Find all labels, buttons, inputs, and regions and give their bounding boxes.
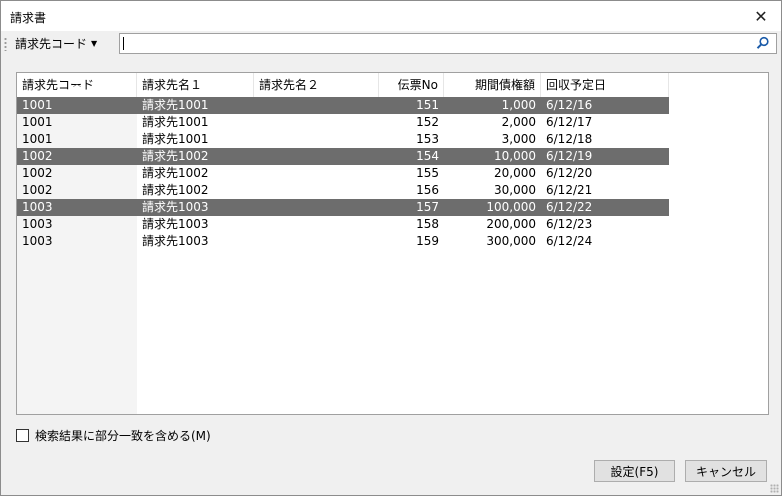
table-row[interactable]: 1003 請求先1003 157 100,000 6/12/22 (17, 199, 669, 216)
cell-name1: 請求先1003 (142, 217, 209, 231)
table-row[interactable]: 1002 請求先1002 156 30,000 6/12/21 (17, 182, 669, 199)
cell-due-date: 6/12/23 (546, 217, 593, 231)
cell-amount: 30,000 (494, 183, 536, 197)
cell-name1: 請求先1001 (142, 98, 209, 112)
cell-slip-no: 155 (416, 166, 439, 180)
cell-amount: 100,000 (486, 200, 536, 214)
cell-slip-no: 158 (416, 217, 439, 231)
cell-due-date: 6/12/24 (546, 234, 593, 248)
cell-slip-no: 156 (416, 183, 439, 197)
cell-name2 (254, 114, 379, 131)
table-row[interactable]: 1002 請求先1002 154 10,000 6/12/19 (17, 148, 669, 165)
cell-slip-no: 152 (416, 115, 439, 129)
code-dropdown-label: 請求先コード (15, 37, 88, 51)
cell-due-date: 6/12/17 (546, 115, 593, 129)
table-row[interactable]: 1003 請求先1003 159 300,000 6/12/24 (17, 233, 669, 250)
partial-match-label: 検索結果に部分一致を含める(M) (35, 428, 211, 443)
column-header-name2[interactable]: 請求先名２ (254, 73, 379, 97)
close-icon: ✕ (754, 6, 768, 26)
table-row[interactable]: 1001 請求先1001 152 2,000 6/12/17 (17, 114, 669, 131)
partial-match-checkbox[interactable] (16, 428, 29, 442)
cell-name2 (254, 148, 379, 165)
cell-code: 1003 (22, 200, 53, 214)
sort-ascending-icon: ︿ (73, 79, 81, 88)
cell-name2 (254, 199, 379, 216)
cell-slip-no: 154 (416, 149, 439, 163)
cell-amount: 10,000 (494, 149, 536, 163)
cell-amount: 2,000 (501, 115, 536, 129)
table-row[interactable]: 1003 請求先1003 158 200,000 6/12/23 (17, 216, 669, 233)
cell-amount: 200,000 (486, 217, 536, 231)
cell-code: 1001 (22, 132, 53, 146)
cell-amount: 3,000 (501, 132, 536, 146)
cell-name2 (254, 216, 379, 233)
window-title: 請求書 (10, 11, 47, 25)
results-grid[interactable]: ︿ 請求先コード 請求先名１ 請求先名２ 伝票No 期間債権額 回収予定日 10… (16, 72, 769, 415)
table-row[interactable]: 1001 請求先1001 153 3,000 6/12/18 (17, 131, 669, 148)
grid-header: ︿ 請求先コード 請求先名１ 請求先名２ 伝票No 期間債権額 回収予定日 (17, 73, 669, 97)
cell-slip-no: 153 (416, 132, 439, 146)
cell-code: 1003 (22, 217, 53, 231)
column-header-name1[interactable]: 請求先名１ (137, 73, 254, 97)
column-header-due-date[interactable]: 回収予定日 (541, 73, 669, 97)
chevron-down-icon: ▼ (91, 39, 98, 48)
cell-code: 1001 (22, 115, 53, 129)
ok-button[interactable]: 設定(F5) (594, 460, 675, 482)
title-bar: 請求書 ✕ (1, 1, 781, 31)
cell-name2 (254, 182, 379, 199)
cell-amount: 1,000 (501, 98, 536, 112)
cell-code: 1002 (22, 183, 53, 197)
cell-name1: 請求先1001 (142, 115, 209, 129)
search-icon[interactable] (756, 36, 770, 50)
cell-code: 1002 (22, 149, 53, 163)
cell-slip-no: 159 (416, 234, 439, 248)
search-input[interactable] (119, 33, 777, 54)
cell-due-date: 6/12/22 (546, 200, 593, 214)
cell-amount: 20,000 (494, 166, 536, 180)
cell-name1: 請求先1002 (142, 166, 209, 180)
cell-due-date: 6/12/16 (546, 98, 593, 112)
cell-code: 1001 (22, 98, 53, 112)
cell-due-date: 6/12/21 (546, 183, 593, 197)
cell-name2 (254, 165, 379, 182)
cell-name1: 請求先1001 (142, 132, 209, 146)
cell-due-date: 6/12/18 (546, 132, 593, 146)
toolbar-grip-icon[interactable] (4, 37, 7, 51)
cell-name2 (254, 131, 379, 148)
cell-name2 (254, 233, 379, 250)
table-row[interactable]: 1001 請求先1001 151 1,000 6/12/16 (17, 97, 669, 114)
dialog-window: 請求書 ✕ 請求先コード ▼ ︿ 請求先コード 請求先名１ 請求先名２ 伝票No… (0, 0, 782, 496)
cell-due-date: 6/12/19 (546, 149, 593, 163)
cell-code: 1002 (22, 166, 53, 180)
cell-name1: 請求先1003 (142, 234, 209, 248)
cancel-button[interactable]: キャンセル (685, 460, 767, 482)
column-header-code[interactable]: ︿ 請求先コード (17, 73, 137, 97)
cell-slip-no: 157 (416, 200, 439, 214)
cell-name1: 請求先1002 (142, 183, 209, 197)
text-cursor (123, 37, 124, 50)
partial-match-option[interactable]: 検索結果に部分一致を含める(M) (16, 427, 211, 443)
cell-due-date: 6/12/20 (546, 166, 593, 180)
cell-name1: 請求先1003 (142, 200, 209, 214)
column-header-amount[interactable]: 期間債権額 (444, 73, 541, 97)
table-row[interactable]: 1002 請求先1002 155 20,000 6/12/20 (17, 165, 669, 182)
cell-code: 1003 (22, 234, 53, 248)
search-toolbar: 請求先コード ▼ (1, 32, 781, 56)
cell-name2 (254, 97, 379, 114)
code-dropdown[interactable]: 請求先コード ▼ (15, 35, 97, 52)
resize-grip-icon[interactable] (770, 484, 779, 493)
close-button[interactable]: ✕ (741, 1, 781, 31)
column-header-slip-no[interactable]: 伝票No (379, 73, 444, 97)
cell-slip-no: 151 (416, 98, 439, 112)
cell-name1: 請求先1002 (142, 149, 209, 163)
cell-amount: 300,000 (486, 234, 536, 248)
